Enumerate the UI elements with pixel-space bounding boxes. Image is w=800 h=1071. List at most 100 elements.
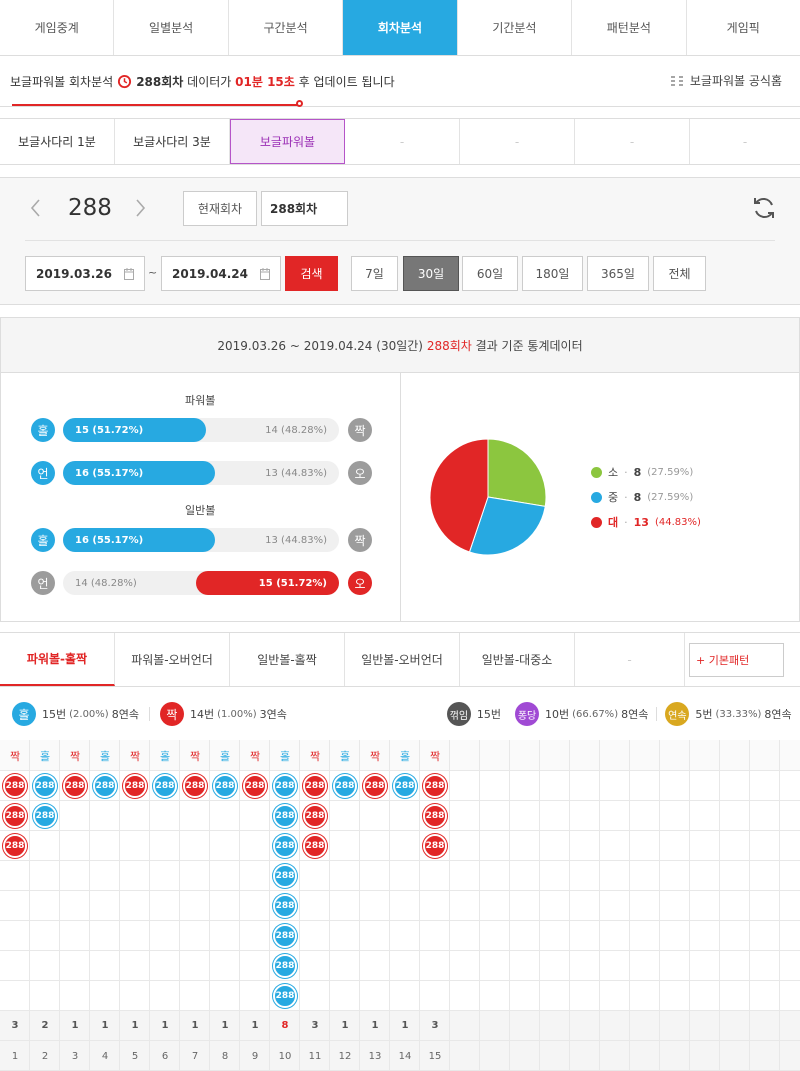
range-60d-button[interactable]: 60일	[462, 256, 518, 291]
grid-cell	[750, 1011, 780, 1041]
legend-dot	[591, 491, 602, 503]
grid-cell	[180, 981, 210, 1011]
grid-cell	[480, 921, 510, 951]
current-round-button[interactable]: 현재회차	[183, 191, 257, 226]
grid-cell	[150, 801, 180, 831]
grid-cell	[120, 921, 150, 951]
refresh-icon[interactable]	[750, 194, 778, 222]
grid-cell	[480, 861, 510, 891]
grid-cell	[510, 981, 540, 1011]
grid-cell	[360, 861, 390, 891]
nav-tab-live[interactable]: 게임중계	[0, 0, 115, 55]
nav-tab-pattern[interactable]: 패턴분석	[572, 0, 687, 55]
ptab-power-overunder[interactable]: 파워볼-오버언더	[115, 633, 230, 686]
grid-cell	[120, 801, 150, 831]
grid-cell	[480, 1041, 510, 1071]
round-input[interactable]: 288회차	[261, 191, 348, 226]
grid-cell	[120, 861, 150, 891]
separator	[656, 707, 658, 721]
pie-slice-small	[487, 438, 547, 507]
date-from-value: 2019.03.26	[36, 266, 112, 281]
grid-cell	[660, 1011, 690, 1041]
grid-cell	[780, 921, 800, 951]
next-round-icon[interactable]	[130, 196, 150, 220]
grid-index: 1	[11, 1051, 19, 1062]
grid-cell	[150, 921, 180, 951]
stat-bar-fill: 16 (55.17%)	[63, 461, 215, 485]
grid-count: 1	[401, 1020, 409, 1031]
basic-pattern-button[interactable]: + 기본패턴	[689, 642, 784, 677]
legend-count: 8	[633, 490, 642, 504]
grid-cell	[300, 891, 330, 921]
range-7d-button[interactable]: 7일	[351, 256, 398, 291]
nav-tab-section[interactable]: 구간분석	[229, 0, 344, 55]
grid-cell	[510, 831, 540, 861]
progress-underline	[12, 104, 300, 106]
grid-index: 13	[368, 1051, 382, 1062]
result-ball: 288	[273, 984, 297, 1008]
stat-bar-rest: 14 (48.28%)	[75, 577, 137, 589]
date-from-field[interactable]: 2019.03.26	[25, 256, 145, 291]
grid-cell	[0, 891, 30, 921]
grid-cell	[780, 831, 800, 861]
ptab-power-oddeven[interactable]: 파워볼-홀짝	[0, 633, 115, 686]
grid-cell	[180, 831, 210, 861]
grid-cell	[180, 951, 210, 981]
grid-cell	[750, 921, 780, 951]
grid-cell	[540, 951, 570, 981]
grid-cell	[660, 801, 690, 831]
ptab-basic-pattern-wrap: + 기본패턴	[685, 633, 800, 686]
grid-cell	[150, 861, 180, 891]
grid-cell	[600, 1011, 630, 1041]
search-button[interactable]: 검색	[285, 256, 338, 291]
grid-cell	[180, 861, 210, 891]
grid-cell	[210, 801, 240, 831]
ptab-normal-size[interactable]: 일반볼-대중소	[460, 633, 575, 686]
odd-streak: 8연속	[111, 708, 139, 721]
grid-cell	[240, 861, 270, 891]
grid-cell	[360, 921, 390, 951]
grid-cell	[570, 861, 600, 891]
grid-cell	[450, 891, 480, 921]
top-nav: 게임중계 일별분석 구간분석 회차분석 기간분석 패턴분석 게임픽	[0, 0, 800, 56]
legend-pct: (44.83%)	[654, 516, 701, 528]
game-tab-ladder1[interactable]: 보글사다리 1분	[0, 119, 115, 164]
stats-suffix: 결과 기준 통계데이터	[475, 338, 583, 353]
nav-tab-daily[interactable]: 일별분석	[114, 0, 229, 55]
grid-cell	[30, 831, 60, 861]
nav-tab-round[interactable]: 회차분석	[343, 0, 458, 55]
game-tab-powerball[interactable]: 보글파워볼	[230, 119, 345, 164]
grid-cell	[630, 1011, 660, 1041]
grid-cell	[720, 861, 750, 891]
result-ball: 288	[273, 864, 297, 888]
range-30d-button[interactable]: 30일	[403, 256, 459, 291]
ptab-normal-oddeven[interactable]: 일반볼-홀짝	[230, 633, 345, 686]
grid-cell	[180, 801, 210, 831]
grid-cell	[750, 891, 780, 921]
range-all-button[interactable]: 전체	[653, 256, 706, 291]
prev-round-icon[interactable]	[26, 196, 46, 220]
grid-cell	[510, 921, 540, 951]
ptab-normal-overunder[interactable]: 일반볼-오버언더	[345, 633, 460, 686]
game-tab-ladder3[interactable]: 보글사다리 3분	[115, 119, 230, 164]
range-180d-button[interactable]: 180일	[522, 256, 583, 291]
grid-cell	[390, 801, 420, 831]
nav-tab-period[interactable]: 기간분석	[458, 0, 573, 55]
grid-cell	[600, 981, 630, 1011]
grid-cell	[0, 861, 30, 891]
grid-cell	[90, 921, 120, 951]
official-home-link[interactable]: 보글파워볼 공식홈	[669, 72, 782, 89]
grid-cell	[720, 740, 750, 771]
grid-cell	[600, 951, 630, 981]
legend-count: 13	[633, 515, 649, 529]
grid-cell	[330, 891, 360, 921]
grid-column-header: 짝	[189, 750, 201, 763]
grid-cell	[660, 891, 690, 921]
date-to-field[interactable]: 2019.04.24	[161, 256, 281, 291]
stat-bar-fill: 15 (51.72%)	[63, 418, 206, 442]
range-365d-button[interactable]: 365일	[587, 256, 649, 291]
nav-tab-pick[interactable]: 게임픽	[687, 0, 800, 55]
info-suffix: 후 업데이트 됩니다	[298, 74, 395, 89]
grid-cell	[90, 891, 120, 921]
grid-cell	[120, 831, 150, 861]
